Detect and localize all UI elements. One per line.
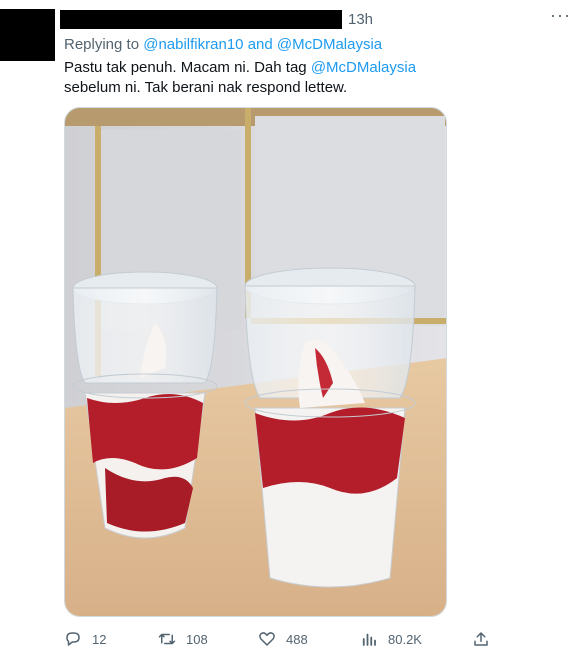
tweet-text-part2: sebelum ni. Tak berani nak respond lette… — [64, 79, 348, 96]
reply-handle-nabilfikran10[interactable]: @nabilfikran10 — [143, 36, 243, 53]
tweet-mention-mcdmalaysia[interactable]: @McDMalaysia — [311, 59, 416, 76]
tweet-text: Pastu tak penuh. Macam ni. Dah tag @McDM… — [64, 58, 474, 98]
tweet-actions-bar: 12 108 488 80.2K — [64, 626, 494, 654]
views-chart-icon — [362, 633, 376, 646]
replying-to-line: Replying to @nabilfikran10 and @McDMalay… — [64, 36, 382, 53]
redacted-username[interactable] — [60, 10, 342, 29]
replying-prefix: Replying to — [64, 36, 140, 53]
retweet-count: 108 — [186, 631, 208, 647]
share-icon — [474, 632, 488, 646]
retweet-button[interactable]: 108 — [158, 630, 208, 648]
timestamp[interactable]: 13h — [348, 11, 373, 28]
tweet-photo[interactable] — [64, 107, 447, 617]
more-dots-icon[interactable]: ··· — [550, 5, 571, 26]
share-button[interactable] — [472, 630, 500, 648]
reply-count: 12 — [92, 631, 107, 647]
reply-icon — [66, 632, 80, 646]
like-button[interactable]: 488 — [258, 630, 308, 648]
reply-and-label: and — [247, 36, 273, 53]
reply-handle-mcdmalaysia[interactable]: @McDMalaysia — [277, 36, 382, 53]
retweet-icon — [158, 633, 176, 645]
tweet-text-part1: Pastu tak penuh. Macam ni. Dah tag — [64, 59, 307, 76]
heart-icon — [259, 632, 275, 646]
views-button[interactable]: 80.2K — [360, 630, 422, 648]
like-count: 488 — [286, 631, 308, 647]
views-count: 80.2K — [388, 631, 422, 647]
reply-button[interactable]: 12 — [64, 630, 106, 648]
sundae-cups-photo — [65, 108, 446, 616]
avatar[interactable] — [0, 9, 55, 61]
